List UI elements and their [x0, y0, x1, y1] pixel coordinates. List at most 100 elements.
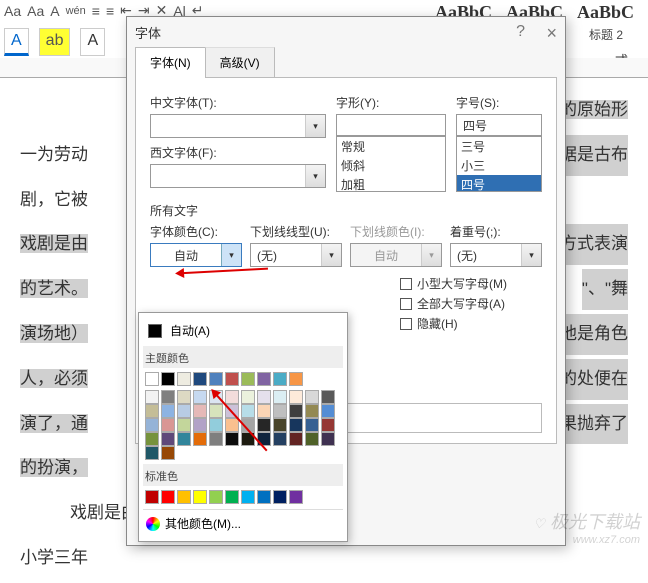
color-picker-popup: 自动(A) 主题颜色 标准色 其他颜色(M)...	[138, 312, 348, 542]
color-swatch[interactable]	[177, 432, 191, 446]
color-swatch[interactable]	[209, 404, 223, 418]
color-swatch[interactable]	[145, 390, 159, 404]
chevron-down-icon[interactable]: ▾	[305, 115, 325, 137]
close-button[interactable]: ×	[546, 23, 557, 44]
color-swatch[interactable]	[273, 490, 287, 504]
color-swatch[interactable]	[321, 404, 335, 418]
color-swatch[interactable]	[273, 372, 287, 386]
color-swatch[interactable]	[289, 404, 303, 418]
color-swatch[interactable]	[241, 372, 255, 386]
color-swatch[interactable]	[161, 404, 175, 418]
color-swatch[interactable]	[305, 418, 319, 432]
font-style-list[interactable]: 常规 倾斜 加粗	[336, 136, 446, 192]
color-swatch[interactable]	[145, 446, 159, 460]
char-border-icon[interactable]: A	[50, 3, 59, 19]
color-swatch[interactable]	[177, 418, 191, 432]
color-swatch[interactable]	[177, 490, 191, 504]
small-caps-checkbox[interactable]: 小型大写字母(M)	[400, 275, 542, 292]
style-caption: 标题 2	[589, 26, 623, 43]
color-swatch[interactable]	[257, 404, 271, 418]
all-caps-checkbox[interactable]: 全部大写字母(A)	[400, 295, 542, 312]
color-swatch[interactable]	[241, 404, 255, 418]
list-icon[interactable]: ≡	[92, 3, 100, 19]
western-font-combo[interactable]: ▾	[150, 164, 326, 188]
color-swatch[interactable]	[241, 490, 255, 504]
color-swatch[interactable]	[305, 390, 319, 404]
color-swatch[interactable]	[209, 418, 223, 432]
color-swatch[interactable]	[177, 372, 191, 386]
highlight-icon[interactable]: ab	[39, 28, 71, 56]
color-swatch[interactable]	[145, 490, 159, 504]
chevron-down-icon[interactable]: ▾	[221, 244, 241, 266]
tab-advanced[interactable]: 高级(V)	[205, 47, 275, 78]
color-swatch[interactable]	[161, 490, 175, 504]
font-style-input[interactable]	[336, 114, 446, 136]
phonetic-icon[interactable]: wén	[66, 5, 86, 17]
hidden-checkbox[interactable]: 隐藏(H)	[400, 315, 542, 332]
color-swatch[interactable]	[257, 418, 271, 432]
color-swatch[interactable]	[161, 446, 175, 460]
chevron-down-icon[interactable]: ▾	[321, 244, 341, 266]
color-swatch[interactable]	[257, 372, 271, 386]
color-swatch[interactable]	[289, 372, 303, 386]
color-swatch[interactable]	[193, 432, 207, 446]
color-swatch[interactable]	[321, 432, 335, 446]
color-swatch[interactable]	[321, 418, 335, 432]
font-icon[interactable]: Aa	[4, 3, 21, 19]
color-swatch[interactable]	[241, 390, 255, 404]
chevron-down-icon[interactable]: ▾	[521, 244, 541, 266]
color-swatch[interactable]	[161, 432, 175, 446]
color-swatch[interactable]	[161, 372, 175, 386]
color-swatch[interactable]	[225, 390, 239, 404]
color-swatch[interactable]	[145, 418, 159, 432]
color-swatch[interactable]	[161, 390, 175, 404]
color-swatch[interactable]	[273, 404, 287, 418]
color-swatch[interactable]	[257, 390, 271, 404]
color-swatch[interactable]	[273, 418, 287, 432]
color-swatch[interactable]	[257, 490, 271, 504]
color-swatch[interactable]	[273, 432, 287, 446]
color-swatch[interactable]	[225, 490, 239, 504]
underline-style-combo[interactable]: (无)▾	[250, 243, 342, 267]
font-color-icon[interactable]: A	[4, 28, 29, 56]
color-swatch[interactable]	[193, 372, 207, 386]
color-swatch[interactable]	[225, 432, 239, 446]
more-colors-item[interactable]: 其他颜色(M)...	[143, 509, 343, 537]
char-shading-icon[interactable]: A	[80, 28, 105, 56]
underline-style-label: 下划线线型(U):	[250, 223, 342, 240]
color-swatch[interactable]	[225, 372, 239, 386]
tab-font[interactable]: 字体(N)	[135, 47, 206, 78]
chevron-down-icon[interactable]: ▾	[305, 165, 325, 187]
standard-swatches[interactable]	[143, 488, 343, 506]
color-swatch[interactable]	[193, 490, 207, 504]
color-swatch[interactable]	[209, 432, 223, 446]
color-swatch[interactable]	[289, 390, 303, 404]
color-swatch[interactable]	[289, 432, 303, 446]
font-size-input[interactable]: 四号	[456, 114, 542, 136]
color-swatch[interactable]	[289, 490, 303, 504]
color-swatch[interactable]	[177, 404, 191, 418]
color-swatch[interactable]	[193, 418, 207, 432]
color-swatch[interactable]	[145, 404, 159, 418]
color-swatch[interactable]	[209, 490, 223, 504]
list-icon[interactable]: ≡	[106, 3, 114, 19]
auto-color-item[interactable]: 自动(A)	[143, 317, 343, 344]
color-swatch[interactable]	[305, 432, 319, 446]
color-swatch[interactable]	[145, 372, 159, 386]
color-swatch[interactable]	[289, 418, 303, 432]
color-swatch[interactable]	[145, 432, 159, 446]
help-button[interactable]: ?	[516, 23, 525, 41]
color-swatch[interactable]	[193, 404, 207, 418]
color-swatch[interactable]	[273, 390, 287, 404]
font-size-list[interactable]: 三号 小三 四号	[456, 136, 542, 192]
color-swatch[interactable]	[193, 390, 207, 404]
color-swatch[interactable]	[305, 404, 319, 418]
color-swatch[interactable]	[321, 390, 335, 404]
chinese-font-combo[interactable]: ▾	[150, 114, 326, 138]
color-swatch[interactable]	[177, 390, 191, 404]
theme-swatches[interactable]	[143, 370, 343, 388]
emphasis-combo[interactable]: (无)▾	[450, 243, 542, 267]
color-swatch[interactable]	[161, 418, 175, 432]
font-icon[interactable]: Aa	[27, 3, 44, 19]
font-color-combo[interactable]: 自动▾	[150, 243, 242, 267]
